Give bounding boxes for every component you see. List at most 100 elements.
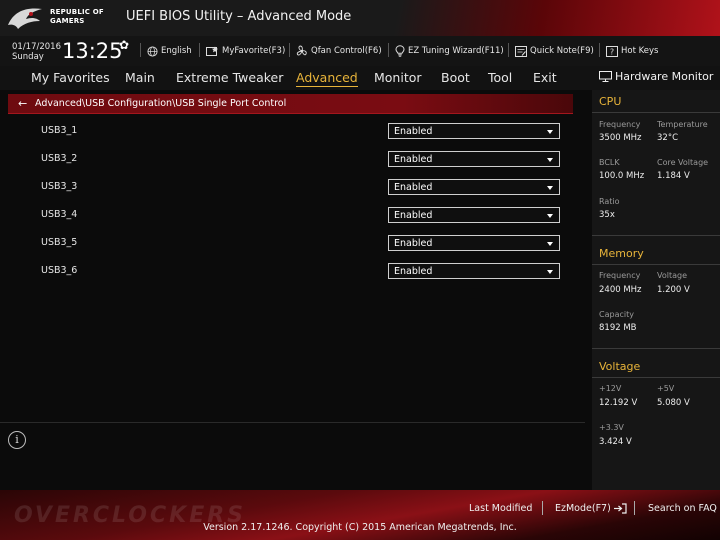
chevron-down-icon	[547, 158, 553, 162]
language-button[interactable]: English	[147, 44, 192, 58]
setting-row-usb3-4: USB3_4 Enabled	[0, 200, 585, 228]
toolbar-divider	[599, 43, 600, 57]
v33-value: 3.424 V	[599, 437, 632, 447]
tab-boot[interactable]: Boot	[441, 70, 470, 85]
chevron-down-icon	[547, 186, 553, 190]
select-value: Enabled	[394, 154, 433, 165]
last-modified-button[interactable]: Last Modified	[469, 503, 532, 514]
v12-label: +12V	[599, 384, 622, 393]
toolbar-divider	[140, 43, 141, 57]
quick-note-label: Quick Note(F9)	[530, 46, 594, 56]
main-tabs: My Favorites Main Extreme Tweaker Advanc…	[0, 66, 720, 90]
memory-section-title: Memory	[599, 247, 644, 260]
usb3-5-select[interactable]: Enabled	[388, 235, 560, 251]
exit-arrow-icon	[613, 503, 627, 514]
title-bar: REPUBLIC OF GAMERS UEFI BIOS Utility – A…	[0, 0, 720, 36]
tab-my-favorites[interactable]: My Favorites	[31, 70, 110, 85]
toolbar-divider	[199, 43, 200, 57]
tab-extreme-tweaker[interactable]: Extreme Tweaker	[176, 70, 283, 85]
myfavorite-label: MyFavorite(F3)	[222, 46, 286, 56]
help-divider	[0, 422, 585, 423]
select-value: Enabled	[394, 182, 433, 193]
globe-icon	[147, 45, 158, 57]
hot-keys-button[interactable]: ? Hot Keys	[606, 44, 658, 58]
footer-divider	[542, 501, 543, 515]
ratio-value: 35x	[599, 210, 615, 220]
settings-list: USB3_1 Enabled USB3_2 Enabled USB3_3 Ena…	[0, 116, 585, 416]
core-voltage-value: 1.184 V	[657, 171, 690, 181]
tab-exit[interactable]: Exit	[533, 70, 557, 85]
cpu-frequency-value: 3500 MHz	[599, 133, 642, 143]
setting-label: USB3_3	[41, 181, 78, 192]
ez-tuning-wizard-label: EZ Tuning Wizard(F11)	[408, 46, 504, 56]
bclk-value: 100.0 MHz	[599, 171, 645, 181]
section-divider	[592, 377, 720, 378]
breadcrumb-path: Advanced\USB Configuration\USB Single Po…	[35, 98, 287, 109]
info-toolbar: 01/17/2016 Sunday 13:25 ✿ English MyFavo…	[0, 36, 720, 66]
chevron-down-icon	[547, 130, 553, 134]
hardware-monitor-label: Hardware Monitor	[615, 70, 714, 83]
usb3-1-select[interactable]: Enabled	[388, 123, 560, 139]
select-value: Enabled	[394, 266, 433, 277]
setting-row-usb3-1: USB3_1 Enabled	[0, 116, 585, 144]
breadcrumb: ← Advanced\USB Configuration\USB Single …	[8, 94, 573, 114]
cpu-temperature-label: Temperature	[657, 120, 708, 129]
core-voltage-label: Core Voltage	[657, 158, 709, 167]
footer: OVERCLOCKERS Last Modified EzMode(F7) Se…	[0, 490, 720, 540]
v5-label: +5V	[657, 384, 675, 393]
ezmode-button[interactable]: EzMode(F7)	[555, 503, 627, 514]
back-arrow-icon[interactable]: ←	[18, 97, 27, 110]
v12-value: 12.192 V	[599, 398, 638, 408]
v33-label: +3.3V	[599, 423, 624, 432]
tab-main[interactable]: Main	[125, 70, 155, 85]
bclk-label: BCLK	[599, 158, 620, 167]
tab-tool[interactable]: Tool	[488, 70, 512, 85]
svg-text:?: ?	[610, 47, 614, 56]
info-icon[interactable]: i	[8, 431, 26, 449]
myfavorite-button[interactable]: MyFavorite(F3)	[206, 44, 285, 58]
usb3-2-select[interactable]: Enabled	[388, 151, 560, 167]
fan-icon	[296, 45, 307, 56]
tab-monitor[interactable]: Monitor	[374, 70, 422, 85]
usb3-3-select[interactable]: Enabled	[388, 179, 560, 195]
setting-row-usb3-5: USB3_5 Enabled	[0, 228, 585, 256]
date-text: 01/17/2016	[12, 42, 61, 52]
cpu-section-title: CPU	[599, 95, 622, 108]
usb3-4-select[interactable]: Enabled	[388, 207, 560, 223]
setting-row-usb3-2: USB3_2 Enabled	[0, 144, 585, 172]
tab-advanced[interactable]: Advanced	[296, 70, 358, 87]
memory-voltage-value: 1.200 V	[657, 285, 690, 295]
clock-time: 13:25	[62, 39, 123, 63]
search-faq-button[interactable]: Search on FAQ	[648, 503, 717, 514]
cpu-frequency-label: Frequency	[599, 120, 641, 129]
help-icon: ?	[606, 45, 618, 57]
setting-label: USB3_2	[41, 153, 78, 164]
hot-keys-label: Hot Keys	[621, 46, 659, 56]
capacity-label: Capacity	[599, 310, 634, 319]
day-text: Sunday	[12, 52, 44, 62]
memory-frequency-value: 2400 MHz	[599, 285, 642, 295]
usb3-6-select[interactable]: Enabled	[388, 263, 560, 279]
brand-line-1: REPUBLIC OF	[50, 8, 104, 16]
brand-line-2: GAMERS	[50, 17, 85, 25]
note-icon	[515, 45, 527, 57]
voltage-section-title: Voltage	[599, 360, 641, 373]
footer-divider	[634, 501, 635, 515]
hardware-monitor-panel: CPU Frequency 3500 MHz Temperature 32°C …	[592, 90, 720, 490]
quick-note-button[interactable]: Quick Note(F9)	[515, 44, 594, 58]
clock-settings-gear-icon[interactable]: ✿	[119, 38, 129, 52]
favorite-icon	[206, 46, 218, 56]
rog-logo-icon	[8, 8, 42, 29]
chevron-down-icon	[547, 214, 553, 218]
hardware-monitor-title: Hardware Monitor	[599, 70, 713, 83]
search-faq-label: Search on FAQ	[648, 503, 717, 514]
ez-tuning-wizard-button[interactable]: EZ Tuning Wizard(F11)	[395, 44, 504, 58]
chevron-down-icon	[547, 242, 553, 246]
qfan-control-button[interactable]: Qfan Control(F6)	[296, 44, 382, 58]
qfan-control-label: Qfan Control(F6)	[311, 46, 382, 56]
setting-label: USB3_6	[41, 265, 78, 276]
chevron-down-icon	[547, 270, 553, 274]
capacity-value: 8192 MB	[599, 323, 637, 333]
language-label: English	[161, 46, 192, 56]
toolbar-divider	[388, 43, 389, 57]
